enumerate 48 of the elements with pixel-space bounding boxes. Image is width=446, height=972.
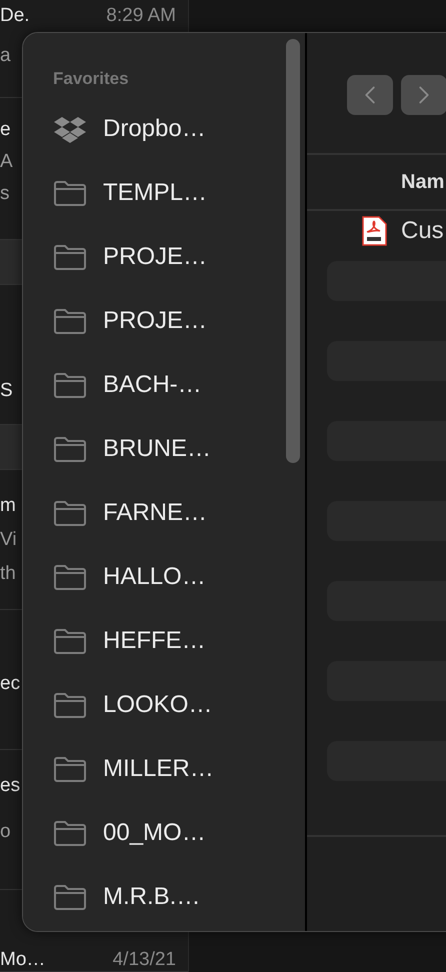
scrollbar-thumb[interactable]	[286, 39, 300, 463]
pdf-file-icon	[361, 216, 387, 246]
sidebar-item[interactable]: BACH-…	[103, 371, 202, 399]
sidebar-item[interactable]: 00_MO…	[103, 819, 206, 847]
column-header[interactable]: Nam	[401, 170, 444, 194]
back-button[interactable]	[347, 75, 393, 115]
sidebar-item[interactable]: M.R.B.…	[103, 883, 200, 911]
folder-icon	[53, 243, 87, 271]
message-text: De.	[0, 5, 30, 27]
message-time: 8:29 AM	[106, 5, 176, 27]
message-text: A	[0, 151, 13, 173]
message-text: ec	[0, 673, 20, 695]
folder-icon	[53, 627, 87, 655]
folder-icon	[53, 179, 87, 207]
sidebar-item[interactable]: FARNE…	[103, 499, 208, 527]
message-text: s	[0, 183, 10, 205]
folder-icon	[53, 563, 87, 591]
message-text: es	[0, 775, 20, 797]
sidebar-item[interactable]: LOOKO…	[103, 691, 212, 719]
message-text: Vi	[0, 529, 17, 551]
sidebar-item[interactable]: Dropbo…	[103, 115, 206, 143]
message-text: S	[0, 380, 13, 402]
sidebar-item[interactable]: PROJE…	[103, 243, 208, 271]
sidebar-item[interactable]: BRUNE…	[103, 435, 212, 463]
folder-icon	[53, 435, 87, 463]
sidebar-item[interactable]: TEMPL…	[103, 179, 208, 207]
file-name[interactable]: Cus	[401, 217, 444, 245]
folder-icon	[53, 307, 87, 335]
message-text: a	[0, 45, 11, 67]
sidebar-item[interactable]: HALLO…	[103, 563, 206, 591]
sidebar-item[interactable]: PROJE…	[103, 307, 208, 335]
message-text: o	[0, 821, 11, 843]
message-text: Mo…	[0, 948, 46, 970]
folder-icon	[53, 691, 87, 719]
folder-icon	[53, 883, 87, 911]
section-title: Favorites	[53, 68, 130, 90]
folder-icon	[53, 819, 87, 847]
dropbox-icon	[53, 115, 87, 143]
sidebar-item[interactable]: MILLER…	[103, 755, 214, 783]
message-text: th	[0, 563, 16, 585]
message-text: m	[0, 495, 16, 517]
sidebar-item[interactable]: HEFFE…	[103, 627, 206, 655]
message-text: e	[0, 119, 11, 141]
folder-icon	[53, 371, 87, 399]
forward-button[interactable]	[401, 75, 446, 115]
folder-icon	[53, 755, 87, 783]
message-time: 4/13/21	[112, 948, 176, 970]
folder-icon	[53, 499, 87, 527]
